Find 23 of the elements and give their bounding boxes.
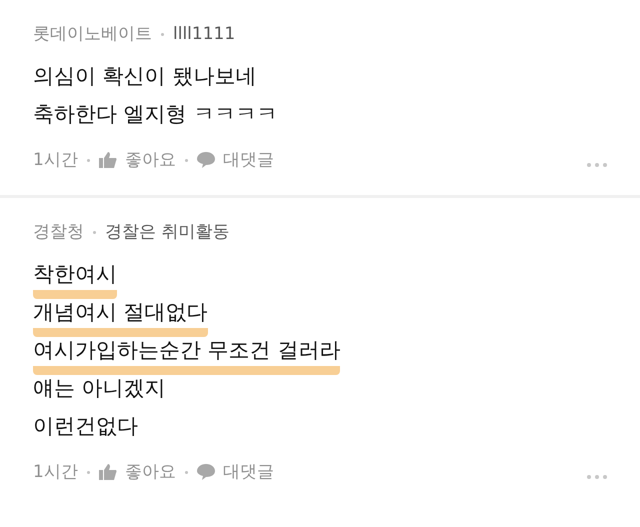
more-options-icon[interactable] xyxy=(587,475,607,480)
comment-line: 여시가입하는순간 무조건 걸러라 xyxy=(33,334,340,374)
reply-button[interactable]: 대댓글 xyxy=(196,460,274,485)
comment-line: 착한여시 xyxy=(33,258,117,298)
comment-line: 의심이 확신이 됐나보네 xyxy=(33,62,256,90)
like-button[interactable]: 좋아요 xyxy=(98,148,176,173)
comment-line: 개념여시 절대없다 xyxy=(33,296,208,336)
time-label: 1시간 xyxy=(33,148,78,172)
comment-line: 이런건없다 xyxy=(33,412,138,440)
thumbs-up-icon xyxy=(98,152,117,168)
author-subtitle: 경찰은 취미활동 xyxy=(105,221,230,244)
time-label: 1시간 xyxy=(33,460,78,484)
like-button[interactable]: 좋아요 xyxy=(98,460,176,485)
author-subtitle: llll1111 xyxy=(173,23,236,46)
speech-bubble-icon xyxy=(196,464,215,480)
thumbs-up-icon xyxy=(98,464,117,480)
reply-button[interactable]: 대댓글 xyxy=(196,148,274,173)
author-name: 롯데이노베이트 xyxy=(33,23,152,46)
comment-line: 축하한다 엘지형 ㅋㅋㅋㅋ xyxy=(33,100,278,128)
more-options-icon[interactable] xyxy=(587,163,607,168)
comment-line: 얘는 아니겠지 xyxy=(33,374,166,402)
speech-bubble-icon xyxy=(196,152,215,168)
author-name: 경찰청 xyxy=(33,221,84,244)
